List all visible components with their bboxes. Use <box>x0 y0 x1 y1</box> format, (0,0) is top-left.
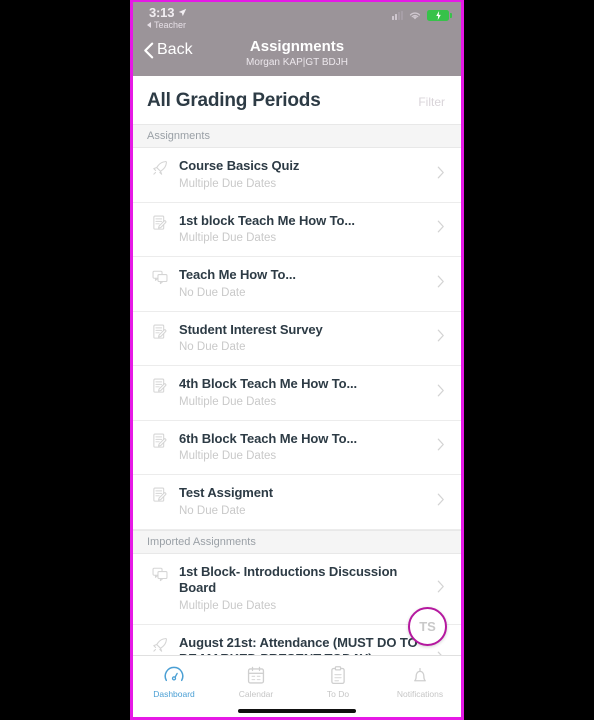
list-item-text: 6th Block Teach Me How To... Multiple Du… <box>173 431 437 465</box>
tab-label: Calendar <box>238 688 274 699</box>
status-time-group: 3:13 <box>149 5 187 20</box>
battery-charging-icon <box>427 10 452 21</box>
list-item-text: Student Interest Survey No Due Date <box>173 322 437 356</box>
back-button-label: Back <box>157 41 193 58</box>
list-item-title: Student Interest Survey <box>179 321 323 337</box>
tab-dashboard[interactable]: Dashboard <box>133 656 215 717</box>
list-item-subtitle: Multiple Due Dates <box>179 450 277 462</box>
list-item[interactable]: 4th Block Teach Me How To... Multiple Du… <box>133 366 461 421</box>
list-item[interactable]: Student Interest Survey No Due Date <box>133 311 461 366</box>
home-indicator <box>238 709 356 713</box>
return-app-label: Teacher <box>154 20 187 30</box>
list-item[interactable]: 6th Block Teach Me How To... Multiple Du… <box>133 420 461 475</box>
list-item-title: 1st block Teach Me How To... <box>179 212 355 228</box>
status-icons <box>392 10 452 21</box>
assignment-document-icon <box>147 214 173 232</box>
assignment-document-icon <box>147 377 173 395</box>
assignment-document-icon <box>147 432 173 450</box>
charging-bolt-icon <box>435 11 441 20</box>
chevron-right-icon <box>437 580 449 598</box>
status-bar: 3:13 Teacher <box>133 2 461 34</box>
tab-notifications[interactable]: Notifications <box>379 656 461 717</box>
list-item-subtitle: No Due Date <box>179 341 246 353</box>
clipboard-icon <box>331 665 345 684</box>
list-item-title: 6th Block Teach Me How To... <box>179 430 358 446</box>
filter-button[interactable]: Filter <box>418 95 445 109</box>
tab-label: Notifications <box>396 688 444 699</box>
list-item[interactable]: 1st block Teach Me How To... Multiple Du… <box>133 202 461 257</box>
list-item-title: Course Basics Quiz <box>179 158 300 173</box>
calendar-icon <box>247 666 265 684</box>
navigation-bar: Back Assignments Morgan KAP|GT BDJH <box>133 34 461 76</box>
dashboard-gauge-icon <box>164 666 184 681</box>
bottom-tab-bar: Dashboard Calendar To Do Notifications <box>133 655 461 717</box>
list-item[interactable]: Test Assigment No Due Date <box>133 475 461 530</box>
list-item-text: August 21st: Attendance (MUST DO TO BE M… <box>173 635 437 656</box>
list-item-text: Course Basics Quiz Multiple Due Dates <box>173 158 437 192</box>
list-item-title: Test Assigment <box>179 485 273 500</box>
section-header-assignments: Assignments <box>133 124 461 148</box>
list-item-title: Teach Me How To... <box>179 267 296 282</box>
list-item-subtitle: Multiple Due Dates <box>179 177 277 190</box>
list-item-text: Test Assigment No Due Date <box>173 485 437 519</box>
chevron-left-icon <box>144 42 154 58</box>
chevron-right-icon <box>437 166 449 184</box>
list-item[interactable]: Teach Me How To... No Due Date <box>133 257 461 312</box>
return-to-app-indicator[interactable]: Teacher <box>147 20 186 30</box>
assignment-document-icon <box>147 486 173 504</box>
chevron-right-icon <box>437 329 449 347</box>
list-item-subtitle: No Due Date <box>179 286 246 299</box>
discussion-bubbles-icon <box>147 268 173 286</box>
status-time: 3:13 <box>149 5 175 20</box>
grading-period-title: All Grading Periods <box>147 90 321 111</box>
tab-label: Dashboard <box>153 688 195 699</box>
avatar[interactable]: TS <box>408 607 447 646</box>
chevron-right-icon <box>437 493 449 511</box>
list-item-subtitle: Multiple Due Dates <box>179 599 277 612</box>
triangle-left-icon <box>147 22 151 28</box>
list-item-title: 1st Block- Introductions Discussion Boar… <box>179 563 398 596</box>
list-item-subtitle: Multiple Due Dates <box>179 232 277 244</box>
chevron-right-icon <box>437 275 449 293</box>
list-item-text: Teach Me How To... No Due Date <box>173 267 437 301</box>
list-item-title: 4th Block Teach Me How To... <box>179 376 358 391</box>
chevron-right-icon <box>437 220 449 238</box>
list-item-subtitle: No Due Date <box>179 504 246 517</box>
tab-to-do[interactable]: To Do <box>297 656 379 717</box>
phone-frame: 3:13 Teacher Back Assignments Morgan KAP… <box>130 0 464 720</box>
grading-period-header: All Grading Periods Filter <box>133 76 461 124</box>
chevron-right-icon <box>437 384 449 402</box>
list-item-text: 1st block Teach Me How To... Multiple Du… <box>173 213 437 247</box>
location-arrow-icon <box>178 8 187 17</box>
avatar-initials: TS <box>419 619 436 634</box>
chevron-right-icon <box>437 438 449 456</box>
quiz-rocket-icon <box>147 636 173 654</box>
bell-icon <box>414 667 426 681</box>
tab-calendar[interactable]: Calendar <box>215 656 297 717</box>
assignments-list-scroll[interactable]: All Grading Periods Filter Assignments C… <box>133 76 461 655</box>
assignment-document-icon <box>147 323 173 341</box>
quiz-rocket-icon <box>147 159 173 177</box>
list-item[interactable]: Course Basics Quiz Multiple Due Dates <box>133 148 461 203</box>
section-header-imported-assignments: Imported Assignments <box>133 529 461 554</box>
list-item-text: 1st Block- Introductions Discussion Boar… <box>173 564 437 614</box>
list-item-title: August 21st: Attendance (MUST DO TO BE M… <box>179 634 418 656</box>
discussion-bubbles-icon <box>147 565 173 583</box>
screenshot-stage: 3:13 Teacher Back Assignments Morgan KAP… <box>0 0 594 720</box>
list-item-subtitle: Multiple Due Dates <box>179 395 277 408</box>
tab-label: To Do <box>326 688 350 699</box>
cellular-signal-icon <box>392 11 403 20</box>
back-button[interactable]: Back <box>143 41 193 59</box>
list-item-text: 4th Block Teach Me How To... Multiple Du… <box>173 376 437 410</box>
wifi-icon <box>409 12 421 20</box>
phone-screen: 3:13 Teacher Back Assignments Morgan KAP… <box>133 2 461 717</box>
